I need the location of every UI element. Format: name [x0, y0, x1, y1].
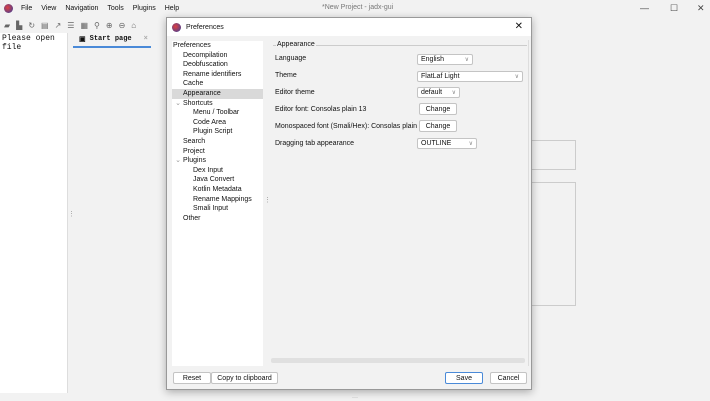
- tree-item-smali-input[interactable]: Smali Input: [172, 204, 263, 214]
- menu-tools[interactable]: Tools: [107, 5, 123, 12]
- copy-to-clipboard-button[interactable]: Copy to clipboard: [211, 372, 278, 384]
- chevron-down-icon: ∨: [514, 74, 519, 80]
- editor-font-change-button[interactable]: Change: [419, 103, 457, 115]
- menu-plugins[interactable]: Plugins: [133, 5, 156, 12]
- zoom-out-icon[interactable]: ⊖: [119, 21, 126, 30]
- language-select[interactable]: English ∨: [417, 54, 473, 65]
- status-splitter-handle[interactable]: ···: [352, 395, 358, 401]
- home-icon[interactable]: ⌂: [131, 21, 136, 30]
- tree-item-search[interactable]: Search: [172, 137, 263, 147]
- dialog-close-button[interactable]: ✕: [515, 21, 523, 32]
- preferences-tree: Preferences Decompilation Deobfuscation …: [172, 41, 263, 366]
- add-files-icon[interactable]: ▙: [16, 21, 22, 30]
- tree-item-rename-identifiers[interactable]: Rename identifiers: [172, 70, 263, 80]
- close-button[interactable]: ✕: [697, 3, 705, 14]
- reset-button[interactable]: Reset: [173, 372, 211, 384]
- tab-close-icon[interactable]: ×: [144, 35, 148, 43]
- tree-item-menu-toolbar[interactable]: Menu / Toolbar: [172, 108, 263, 118]
- drag-tab-label: Dragging tab appearance: [275, 140, 355, 147]
- splitter-handle[interactable]: ⋮: [68, 210, 75, 218]
- toolbar: ▰ ▙ ↻ ▤ ↗ ☰ ▦ ⚲ ⊕ ⊖ ⌂: [0, 17, 170, 33]
- editor-theme-label: Editor theme: [275, 89, 315, 96]
- search-icon[interactable]: ⚲: [94, 21, 100, 30]
- language-label: Language: [275, 55, 307, 62]
- tree-item-cache[interactable]: Cache: [172, 79, 263, 89]
- tree-item-code-area[interactable]: Code Area: [172, 118, 263, 128]
- save-button[interactable]: Save: [445, 372, 483, 384]
- chevron-down-icon[interactable]: ⌄: [173, 99, 183, 109]
- flatten-icon[interactable]: ☰: [67, 21, 74, 30]
- tree-item-plugin-script[interactable]: Plugin Script: [172, 127, 263, 137]
- package-icon[interactable]: ▦: [80, 21, 88, 30]
- tree-item-kotlin-metadata[interactable]: Kotlin Metadata: [172, 185, 263, 195]
- app-logo-icon: [172, 22, 181, 32]
- menu-file[interactable]: File: [21, 5, 32, 12]
- tree-item-other[interactable]: Other: [172, 214, 263, 224]
- sync-icon[interactable]: ↻: [28, 21, 35, 30]
- dialog-title: Preferences: [186, 23, 224, 31]
- tree-item-decompilation[interactable]: Decompilation: [172, 51, 263, 61]
- tree-item-dex-input[interactable]: Dex Input: [172, 166, 263, 176]
- horizontal-scrollbar[interactable]: [271, 358, 525, 363]
- theme-select[interactable]: FlatLaf Light ∨: [417, 71, 523, 82]
- chevron-down-icon[interactable]: ⌄: [173, 156, 183, 166]
- chevron-down-icon: ∨: [451, 90, 456, 96]
- appearance-panel: Appearance Language English ∨ Theme FlatL…: [269, 40, 529, 366]
- zoom-in-icon[interactable]: ⊕: [106, 21, 113, 30]
- tree-item-deobfuscation[interactable]: Deobfuscation: [172, 60, 263, 70]
- tree-item-plugins[interactable]: ⌄ Plugins: [172, 156, 263, 166]
- editor-font-label: Editor font: Consolas plain 13: [275, 106, 367, 113]
- maximize-button[interactable]: ☐: [670, 3, 678, 14]
- open-icon[interactable]: ▰: [4, 21, 10, 30]
- editor-theme-select[interactable]: default ∨: [417, 87, 460, 98]
- section-title: Appearance: [276, 41, 316, 48]
- dialog-title-bar: Preferences: [167, 18, 531, 36]
- tree-item-appearance[interactable]: Appearance: [172, 88, 263, 99]
- tab-start-page[interactable]: ▣ Start page ×: [73, 32, 151, 48]
- tree-item-preferences[interactable]: Preferences: [172, 41, 263, 51]
- chevron-down-icon: ∨: [468, 141, 473, 147]
- mono-font-change-button[interactable]: Change: [419, 120, 457, 132]
- open-file-hint: Please open file: [2, 34, 55, 52]
- mono-font-label: Monospaced font (Smali/Hex): Consolas pl…: [275, 123, 427, 130]
- chevron-down-icon: ∨: [464, 57, 469, 63]
- tree-item-java-convert[interactable]: Java Convert: [172, 175, 263, 185]
- menu-view[interactable]: View: [41, 5, 56, 12]
- drag-tab-select[interactable]: OUTLINE ∨: [417, 138, 477, 149]
- window-title: *New Project - jadx-gui: [322, 4, 394, 11]
- app-logo-icon: [4, 4, 13, 13]
- tree-item-shortcuts[interactable]: ⌄ Shortcuts: [172, 99, 263, 109]
- menu-help[interactable]: Help: [165, 5, 179, 12]
- menu-navigation[interactable]: Navigation: [65, 5, 98, 12]
- cancel-button[interactable]: Cancel: [490, 372, 527, 384]
- tree-item-rename-mappings[interactable]: Rename Mappings: [172, 195, 263, 205]
- export-icon[interactable]: ↗: [55, 21, 62, 30]
- theme-label: Theme: [275, 72, 297, 79]
- tree-item-project[interactable]: Project: [172, 147, 263, 157]
- project-tree-panel: Please open file: [0, 33, 68, 393]
- minimize-button[interactable]: —: [640, 3, 649, 13]
- page-icon: ▣: [79, 35, 86, 44]
- save-icon[interactable]: ▤: [41, 21, 49, 30]
- preferences-dialog: Preferences ✕ Preferences Decompilation …: [166, 17, 532, 390]
